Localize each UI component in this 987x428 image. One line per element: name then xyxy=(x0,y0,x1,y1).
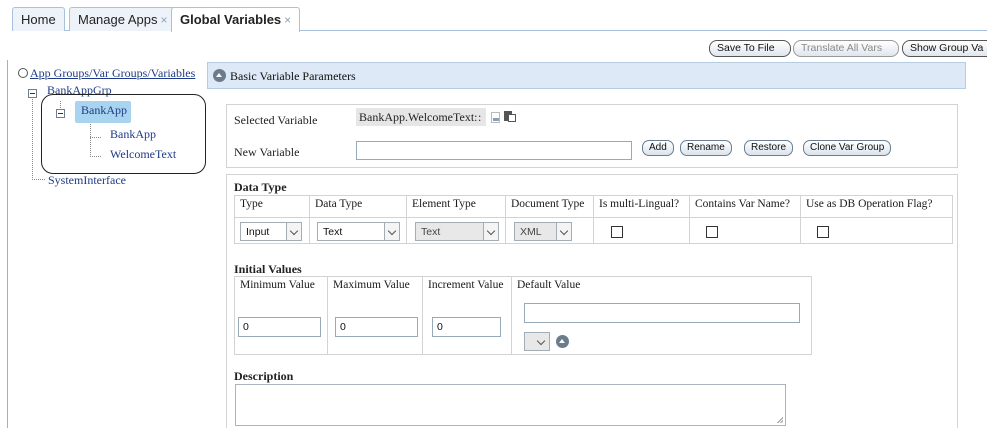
collapse-icon[interactable] xyxy=(213,69,226,82)
col-element-type: Element Type xyxy=(406,195,506,218)
tab-bar: Home Manage Apps × Global Variables × xyxy=(0,0,987,34)
restore-button[interactable]: Restore xyxy=(744,140,794,156)
selected-variable-value: BankApp.WelcomeText: xyxy=(359,110,478,124)
element-type-select-value: Text xyxy=(421,226,441,238)
minimum-value-input[interactable]: 0 xyxy=(238,317,321,337)
element-type-select[interactable]: Text xyxy=(415,222,499,241)
tab-manage-apps[interactable]: Manage Apps × xyxy=(69,7,177,31)
col-contains-var-name: Contains Var Name? xyxy=(689,195,801,218)
initial-values-title: Initial Values xyxy=(234,262,302,276)
new-variable-input[interactable] xyxy=(356,141,632,160)
data-type-title: Data Type xyxy=(234,180,287,194)
col-data-type: Data Type xyxy=(309,195,407,218)
description-textarea[interactable] xyxy=(235,384,786,426)
tree-connector xyxy=(32,99,33,179)
document-type-select-value: XML xyxy=(520,226,542,238)
default-value-input[interactable] xyxy=(524,303,800,323)
collapse-icon[interactable] xyxy=(28,89,37,98)
refresh-icon xyxy=(18,68,28,78)
close-icon[interactable]: × xyxy=(284,13,291,27)
db-operation-flag-checkbox[interactable] xyxy=(817,226,829,238)
document-icon[interactable] xyxy=(491,112,500,123)
chevron-down-icon xyxy=(286,223,301,240)
tree-connector xyxy=(32,179,46,180)
data-type-select-value: Text xyxy=(323,226,343,238)
chevron-down-icon xyxy=(384,223,399,240)
tree-root-label: App Groups/Var Groups/Variables xyxy=(30,66,196,80)
selected-variable-label: Selected Variable xyxy=(234,113,318,127)
col-document-type: Document Type xyxy=(505,195,594,218)
col-multilingual: Is multi-Lingual? xyxy=(593,195,690,218)
col-minimum-value: Minimum Value xyxy=(234,276,328,355)
maximum-value-input[interactable]: 0 xyxy=(335,317,418,337)
tab-global-variables-label: Global Variables xyxy=(180,12,282,27)
chevron-down-icon xyxy=(556,223,571,240)
resize-handle-icon[interactable] xyxy=(777,417,783,423)
selected-variable-suffix: : xyxy=(478,110,482,124)
close-icon[interactable]: × xyxy=(161,13,168,27)
annotation-callout xyxy=(41,94,206,174)
tree-root[interactable]: App Groups/Var Groups/Variables xyxy=(18,66,195,81)
new-variable-label: New Variable xyxy=(234,145,300,159)
document-type-select[interactable]: XML xyxy=(514,222,572,241)
tree-panel-border xyxy=(7,60,8,428)
col-increment-value: Increment Value xyxy=(422,276,512,355)
default-value-select[interactable] xyxy=(524,332,550,351)
col-maximum-value: Maximum Value xyxy=(327,276,423,355)
contains-var-name-checkbox[interactable] xyxy=(706,226,718,238)
show-group-vars-button[interactable]: Show Group Va xyxy=(902,40,987,57)
add-button[interactable]: Add xyxy=(642,140,674,156)
data-type-select[interactable]: Text xyxy=(317,222,400,241)
multilingual-checkbox[interactable] xyxy=(611,226,623,238)
panel-header-title: Basic Variable Parameters xyxy=(230,69,356,83)
rename-button[interactable]: Rename xyxy=(680,140,732,156)
save-to-file-button[interactable]: Save To File xyxy=(709,40,791,57)
increment-value-input[interactable]: 0 xyxy=(432,317,501,337)
tab-global-variables[interactable]: Global Variables × xyxy=(171,7,301,32)
tab-home-label: Home xyxy=(21,12,56,27)
translate-all-vars-button[interactable]: Translate All Vars xyxy=(793,40,899,57)
chevron-down-icon xyxy=(534,333,549,350)
type-select-value: Input xyxy=(246,226,270,238)
tree-node-systeminterface[interactable]: SystemInterface xyxy=(48,173,126,188)
col-db-flag: Use as DB Operation Flag? xyxy=(800,195,953,218)
chevron-down-icon xyxy=(483,223,498,240)
clone-var-group-button[interactable]: Clone Var Group xyxy=(803,140,892,156)
col-type: Type xyxy=(234,195,310,218)
panel-header[interactable]: Basic Variable Parameters xyxy=(207,62,966,89)
type-select[interactable]: Input xyxy=(240,222,302,241)
collapse-icon[interactable] xyxy=(556,335,569,348)
copy-icon[interactable] xyxy=(504,110,516,122)
tab-home[interactable]: Home xyxy=(12,7,65,31)
cell-multilingual xyxy=(593,217,690,244)
description-title: Description xyxy=(234,369,294,383)
tab-manage-apps-label: Manage Apps xyxy=(78,12,158,27)
